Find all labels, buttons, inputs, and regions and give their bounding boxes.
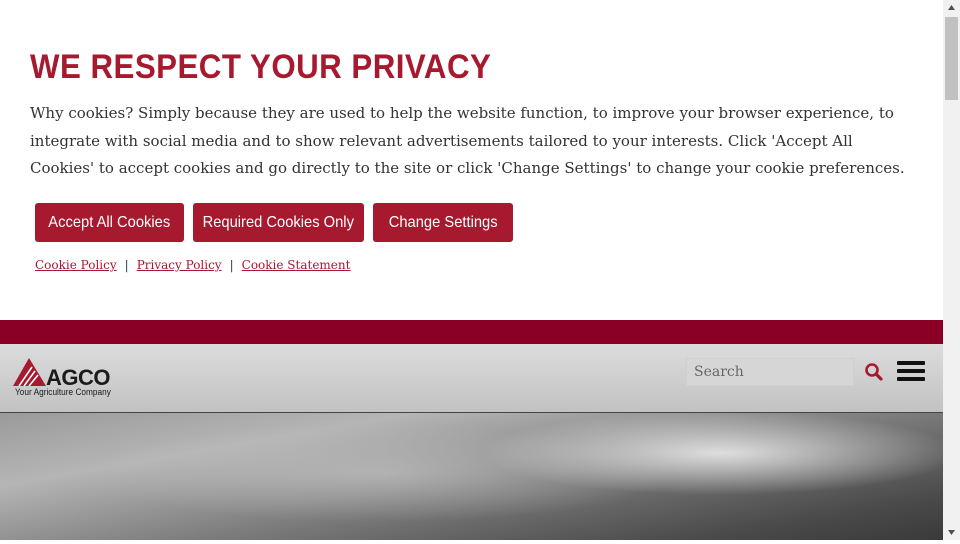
scroll-up-arrow-icon bbox=[948, 5, 955, 10]
change-settings-label: Change Settings bbox=[388, 213, 498, 231]
search-icon bbox=[865, 363, 883, 381]
privacy-policy-link[interactable]: Privacy Policy bbox=[137, 258, 222, 272]
cookie-consent-banner: WE RESPECT YOUR PRIVACY Why cookies? Sim… bbox=[0, 0, 943, 320]
hamburger-menu-button[interactable] bbox=[897, 359, 925, 383]
scroll-up-button[interactable] bbox=[943, 0, 960, 17]
hamburger-menu-icon bbox=[897, 361, 925, 365]
search-input[interactable] bbox=[686, 358, 854, 386]
accept-all-cookies-button[interactable]: Accept All Cookies bbox=[35, 203, 184, 242]
change-settings-button[interactable]: Change Settings bbox=[373, 203, 513, 242]
logo-tagline: Your Agriculture Company bbox=[15, 387, 111, 397]
agco-logo[interactable]: AGCO Your Agriculture Company bbox=[13, 357, 128, 399]
required-cookies-only-button[interactable]: Required Cookies Only bbox=[193, 203, 364, 242]
hero-image bbox=[0, 413, 943, 540]
link-separator: | bbox=[229, 258, 234, 272]
cookie-banner-description: Why cookies? Simply because they are use… bbox=[30, 104, 905, 177]
accept-all-cookies-label: Accept All Cookies bbox=[48, 213, 171, 231]
scroll-down-button[interactable] bbox=[943, 523, 960, 540]
hamburger-menu-icon bbox=[897, 369, 925, 373]
link-separator: | bbox=[124, 258, 129, 272]
scrollbar-thumb[interactable] bbox=[945, 17, 958, 100]
site-header: AGCO Your Agriculture Company bbox=[0, 344, 943, 413]
cookie-banner-title: WE RESPECT YOUR PRIVACY bbox=[30, 48, 492, 86]
search-button[interactable] bbox=[864, 362, 884, 382]
top-red-band bbox=[0, 320, 943, 344]
scroll-down-arrow-icon bbox=[948, 530, 955, 535]
cookie-links: Cookie Policy | Privacy Policy | Cookie Stat… bbox=[35, 258, 350, 272]
hamburger-menu-icon bbox=[897, 377, 925, 381]
cookie-policy-link[interactable]: Cookie Policy bbox=[35, 258, 117, 272]
vertical-scrollbar[interactable] bbox=[943, 0, 960, 540]
required-cookies-only-label: Required Cookies Only bbox=[202, 213, 355, 231]
cookie-statement-link[interactable]: Cookie Statement bbox=[242, 258, 351, 272]
